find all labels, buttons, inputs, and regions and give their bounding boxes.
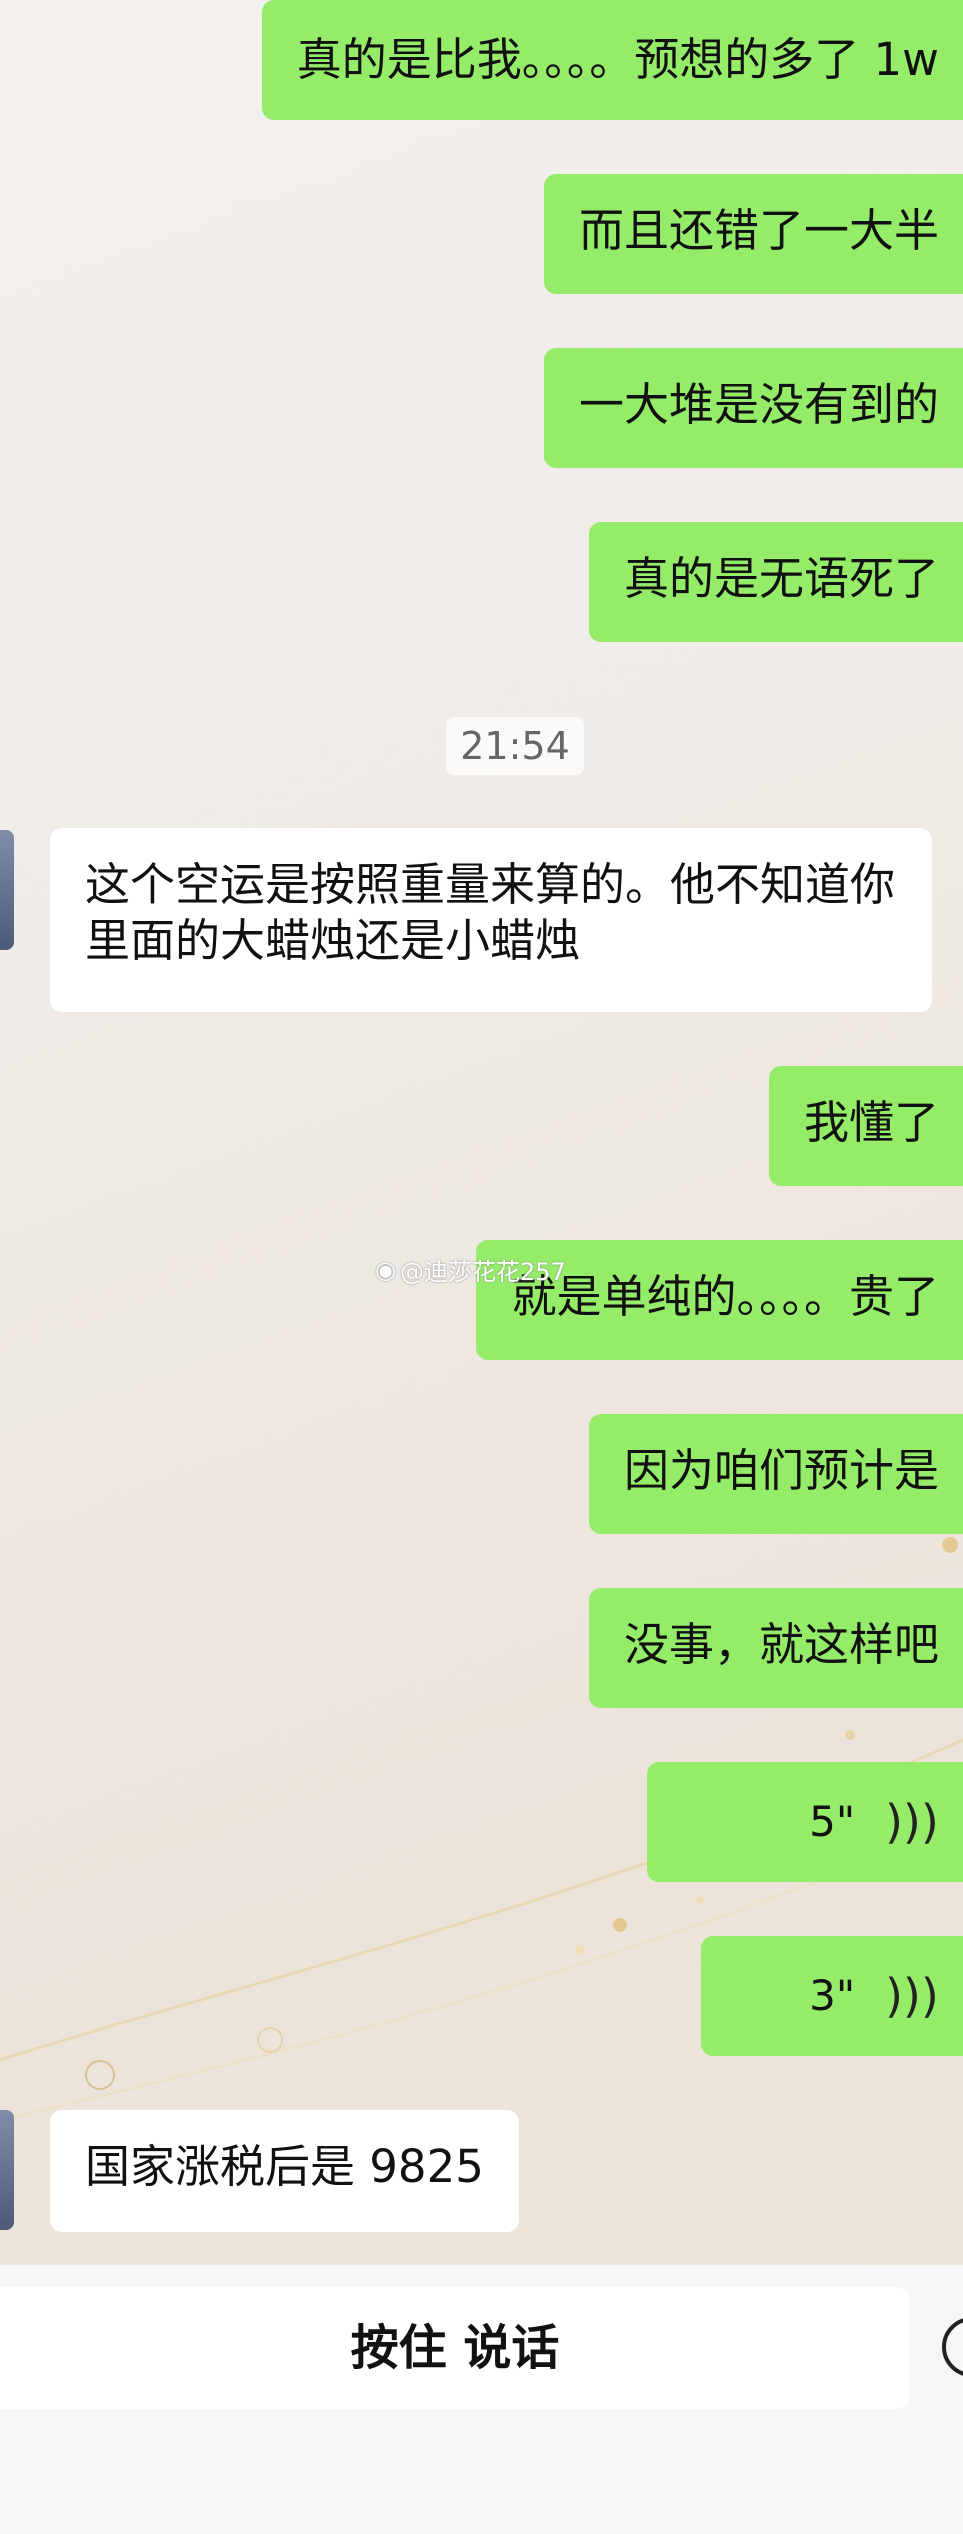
- weibo-icon: ◉: [375, 1255, 396, 1284]
- input-bar: 按住 说话: [0, 2265, 963, 2534]
- watermark: ◉ @迪莎花花257: [375, 1252, 566, 1287]
- message-bubble-sent[interactable]: 真的是比我。。。。预想的多了 1w: [261, 0, 963, 120]
- message-bubble-sent[interactable]: 因为咱们预计是: [588, 1414, 963, 1534]
- hold-to-talk-button[interactable]: 按住 说话: [0, 2287, 910, 2409]
- contact-avatar[interactable]: [0, 830, 14, 950]
- message-bubble-received[interactable]: 国家涨税后是 9825: [50, 2110, 519, 2232]
- message-bubble-sent[interactable]: 真的是无语死了: [588, 522, 963, 642]
- contact-avatar[interactable]: [0, 2110, 14, 2230]
- message-bubble-sent[interactable]: 一大堆是没有到的: [543, 348, 963, 468]
- voice-wave-icon: (((: [885, 1969, 939, 2023]
- timestamp-divider: 21:54: [446, 717, 584, 775]
- emoji-icon[interactable]: [942, 2317, 963, 2377]
- voice-message-bubble[interactable]: 3" (((: [701, 1936, 963, 2056]
- voice-duration: 5": [809, 1797, 856, 1846]
- message-bubble-sent[interactable]: 没事，就这样吧: [588, 1588, 963, 1708]
- message-bubble-received[interactable]: 这个空运是按照重量来算的。他不知道你里面的大蜡烛还是小蜡烛: [50, 828, 932, 1012]
- voice-wave-icon: (((: [885, 1795, 939, 1849]
- watermark-text: @迪莎花花257: [399, 1258, 566, 1286]
- message-bubble-sent[interactable]: 我懂了: [768, 1066, 963, 1186]
- message-bubble-sent[interactable]: 而且还错了一大半: [543, 174, 963, 294]
- voice-message-bubble[interactable]: 5" (((: [647, 1762, 963, 1882]
- voice-duration: 3": [809, 1971, 856, 2020]
